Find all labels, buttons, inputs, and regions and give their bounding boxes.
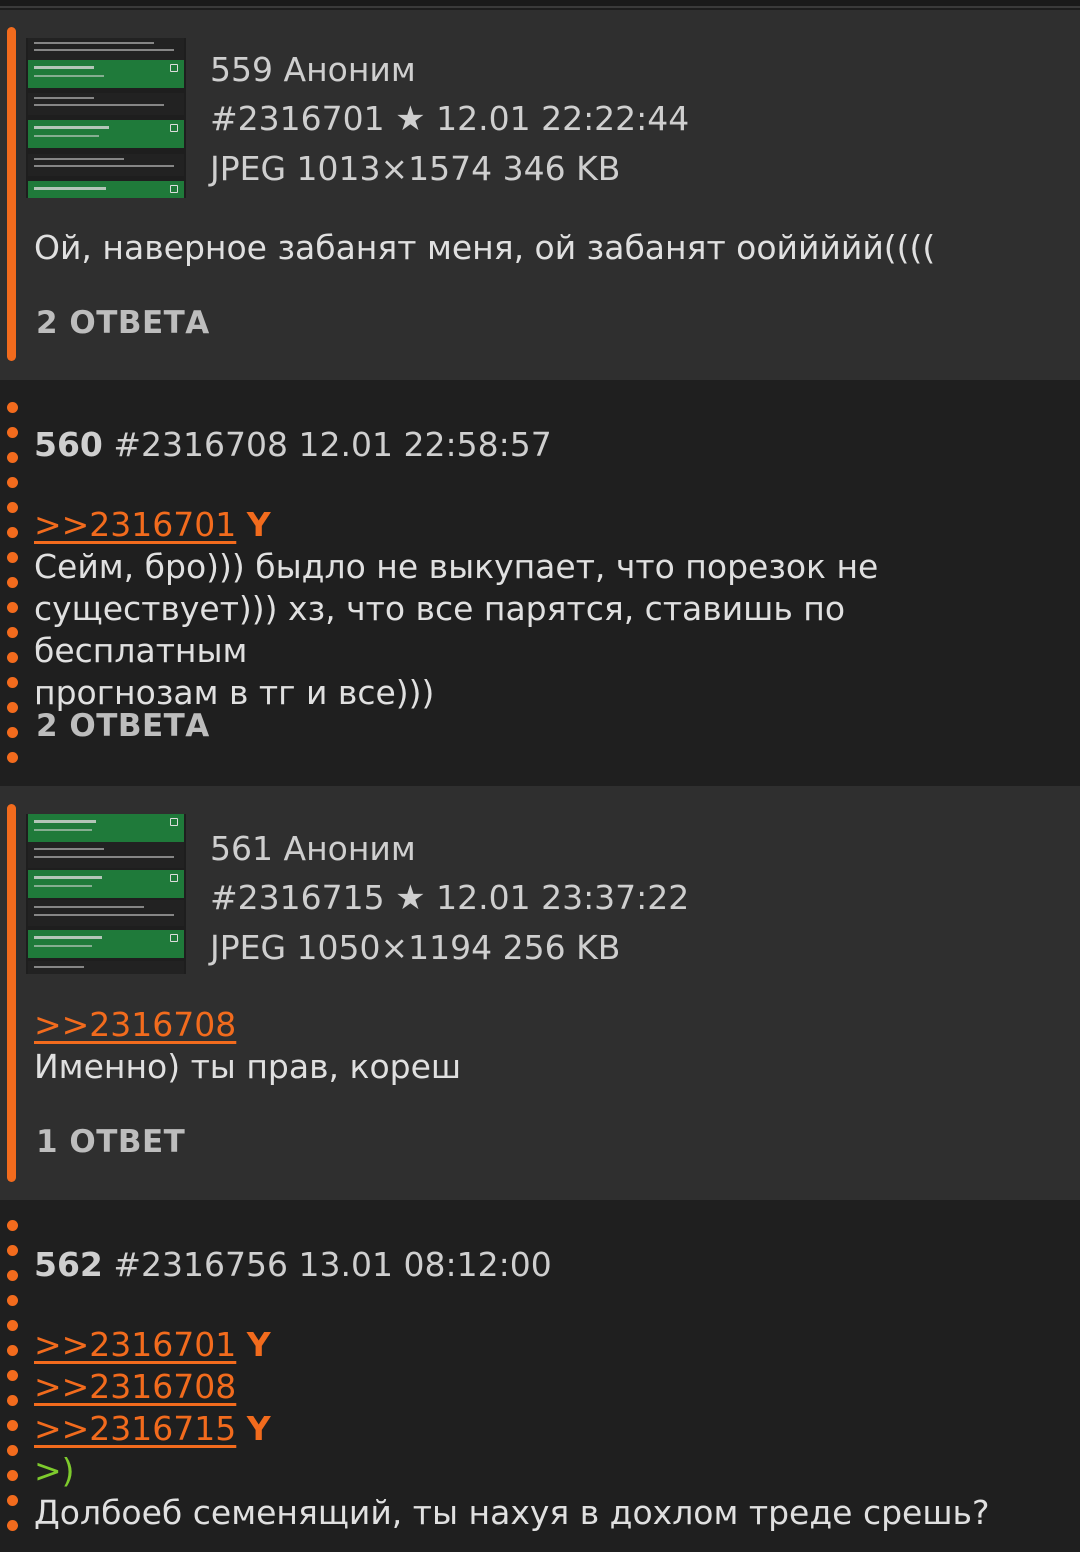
star-icon: ★ [395,878,426,918]
post-id[interactable]: #2316701 [210,99,385,138]
post-562: 562 #2316756 13.01 08:12:00 >>2316701 Y … [0,1200,1080,1552]
post-accent-bar [7,804,16,1182]
post-text-line: Сейм, бро))) быдло не выкупает, что поре… [34,547,879,586]
file-info: JPEG 1050×1194 256 KB [210,928,621,967]
post-author: Аноним [283,829,416,868]
file-info: JPEG 1013×1574 346 KB [210,149,621,188]
post-560: 560 #2316708 12.01 22:58:57 >>2316701 Y … [0,380,1080,786]
post-meta: 559 Аноним #2316701 ★ 12.01 22:22:44 JPE… [210,45,689,193]
post-text: Именно) ты прав, кореш [34,1047,462,1086]
post-datetime: 13.01 08:12:00 [298,1245,552,1284]
greentext-quote: >) [34,1451,75,1490]
post-body: >>2316701 Y >>2316708 >>2316715 Y >) Дол… [34,1324,1034,1534]
you-marker: Y [246,505,271,544]
you-marker: Y [246,1325,271,1364]
post-meta: 561 Аноним #2316715 ★ 12.01 23:37:22 JPE… [210,824,689,972]
replies-button[interactable]: 1 ОТВЕТ [36,1124,185,1160]
post-datetime: 12.01 22:22:44 [436,99,690,138]
post-id[interactable]: #2316756 [113,1245,288,1284]
post-accent-bar [7,27,16,361]
post-headline: 562 #2316756 13.01 08:12:00 [34,1245,552,1284]
top-divider [0,0,1080,8]
reply-link[interactable]: >>2316701 [34,1325,236,1364]
post-body: >>2316708 Именно) ты прав, кореш [34,1004,1034,1088]
post-datetime: 12.01 22:58:57 [298,425,552,464]
post-body: >>2316701 Y Сейм, бро))) быдло не выкупа… [34,504,1034,714]
post-text: Ой, наверное забанят меня, ой забанят оо… [34,228,936,267]
post-datetime: 12.01 23:37:22 [436,878,690,917]
replies-button[interactable]: 2 ОТВЕТА [36,708,210,744]
you-marker: Y [246,1409,271,1448]
post-image-thumbnail[interactable] [26,38,186,198]
reply-link[interactable]: >>2316708 [34,1005,236,1044]
post-text: Долбоеб семенящий, ты нахуя в дохлом тре… [34,1493,990,1532]
post-number: 560 [34,425,103,464]
post-id[interactable]: #2316708 [113,425,288,464]
post-559: 559 Аноним #2316701 ★ 12.01 22:22:44 JPE… [0,10,1080,380]
post-text-line: существует))) хз, что все парятся, стави… [34,589,846,670]
reply-link[interactable]: >>2316715 [34,1409,236,1448]
post-headline: 560 #2316708 12.01 22:58:57 [34,425,552,464]
post-id[interactable]: #2316715 [210,878,385,917]
post-number: 559 [210,50,273,89]
post-number: 562 [34,1245,103,1284]
star-icon: ★ [395,99,426,139]
replies-button[interactable]: 2 ОТВЕТА [36,305,210,341]
post-author: Аноним [283,50,416,89]
post-number: 561 [210,829,273,868]
reply-link[interactable]: >>2316708 [34,1367,236,1406]
post-image-thumbnail[interactable] [26,814,186,974]
post-561: 561 Аноним #2316715 ★ 12.01 23:37:22 JPE… [0,786,1080,1200]
reply-link[interactable]: >>2316701 [34,505,236,544]
